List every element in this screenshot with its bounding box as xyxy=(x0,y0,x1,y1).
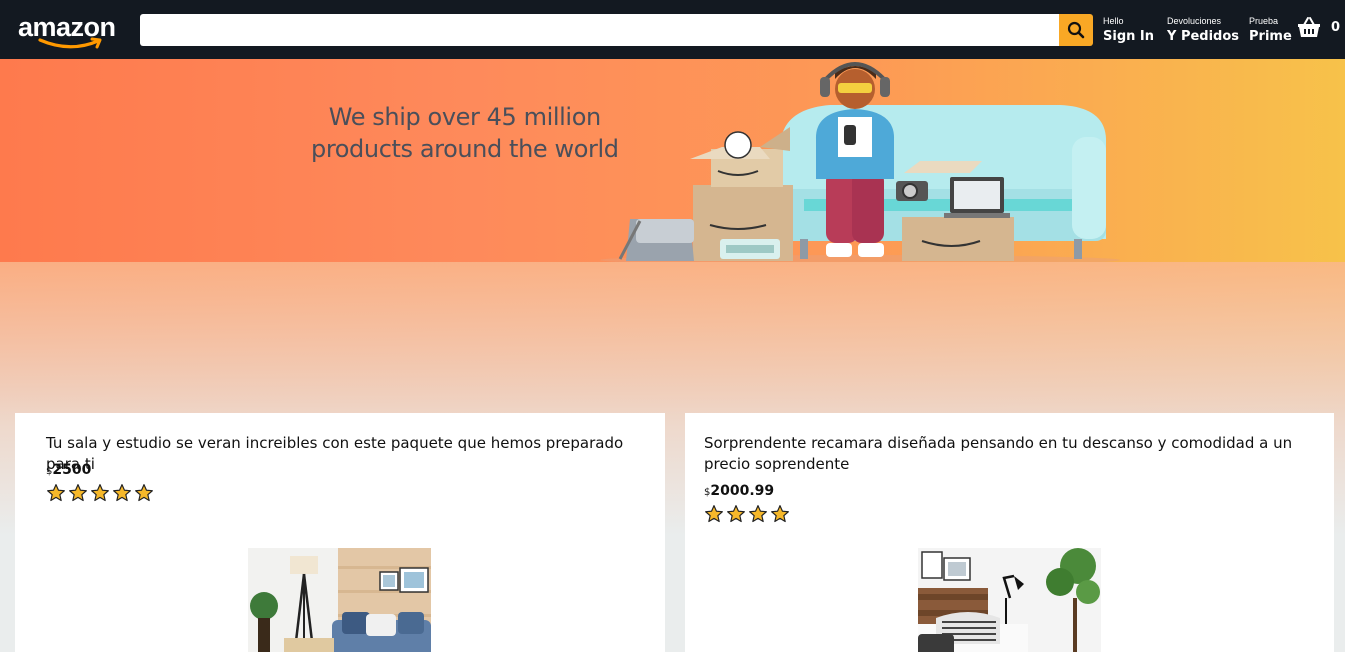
star-icon xyxy=(113,484,131,502)
product-image-living-room xyxy=(248,548,431,652)
boxes-illustration xyxy=(618,127,793,261)
living-room-image xyxy=(248,548,431,652)
basket-icon xyxy=(1298,17,1320,37)
nav-sign-in-line-one: Hello xyxy=(1103,16,1124,26)
star-icon xyxy=(69,484,87,502)
product-price: $2500 xyxy=(46,462,91,478)
star-icon xyxy=(705,505,723,523)
product-price: $2000.99 xyxy=(704,483,774,499)
nav-sign-in-line-two: Sign In xyxy=(1103,29,1154,44)
nav-returns-line-one: Devoluciones xyxy=(1167,16,1222,26)
hero-text-line-2: products around the world xyxy=(311,135,619,163)
star-icon xyxy=(727,505,745,523)
search-icon xyxy=(1067,21,1085,39)
basket-button[interactable]: 0 xyxy=(1297,16,1340,38)
hero-text-line-1: We ship over 45 million xyxy=(328,103,601,131)
star-icon xyxy=(47,484,65,502)
product-card: Sorprendente recamara diseñada pensando … xyxy=(685,413,1334,652)
nav-sign-in[interactable]: Hello Sign In xyxy=(1103,16,1154,46)
nav-prime-line-one: Prueba xyxy=(1249,16,1279,26)
nav-prime[interactable]: Prueba Prime xyxy=(1249,16,1292,46)
nav-returns-orders[interactable]: Devoluciones Y Pedidos xyxy=(1167,16,1239,46)
person-illustration xyxy=(815,62,895,257)
smile-arrow-icon xyxy=(38,37,102,49)
product-rating xyxy=(46,483,154,503)
price-value: 2500 xyxy=(52,462,92,478)
product-title: Tu sala y estudio se veran increibles co… xyxy=(46,434,624,473)
price-value: 2000.99 xyxy=(710,483,775,499)
hero-text: We ship over 45 million products around … xyxy=(311,101,619,165)
product-image-bedroom xyxy=(918,548,1101,652)
star-icon xyxy=(135,484,153,502)
amazon-logo[interactable]: amazon xyxy=(18,12,122,50)
product-card: Tu sala y estudio se veran increibles co… xyxy=(15,413,665,652)
bedroom-image xyxy=(918,548,1101,652)
basket-count: 0 xyxy=(1331,19,1341,35)
star-icon xyxy=(749,505,767,523)
star-icon xyxy=(771,505,789,523)
nav-prime-line-two: Prime xyxy=(1249,29,1292,44)
star-icon xyxy=(91,484,109,502)
product-rating xyxy=(704,504,790,524)
header: amazon Hello Sign In Devoluciones Y Pedi… xyxy=(0,0,1345,59)
search-input[interactable] xyxy=(140,14,1059,46)
search-button[interactable] xyxy=(1059,14,1093,46)
search-bar xyxy=(140,14,1093,46)
hero-illustration xyxy=(600,62,1120,262)
nav-returns-line-two: Y Pedidos xyxy=(1167,29,1240,44)
product-title: Sorprendente recamara diseñada pensando … xyxy=(704,434,1293,473)
